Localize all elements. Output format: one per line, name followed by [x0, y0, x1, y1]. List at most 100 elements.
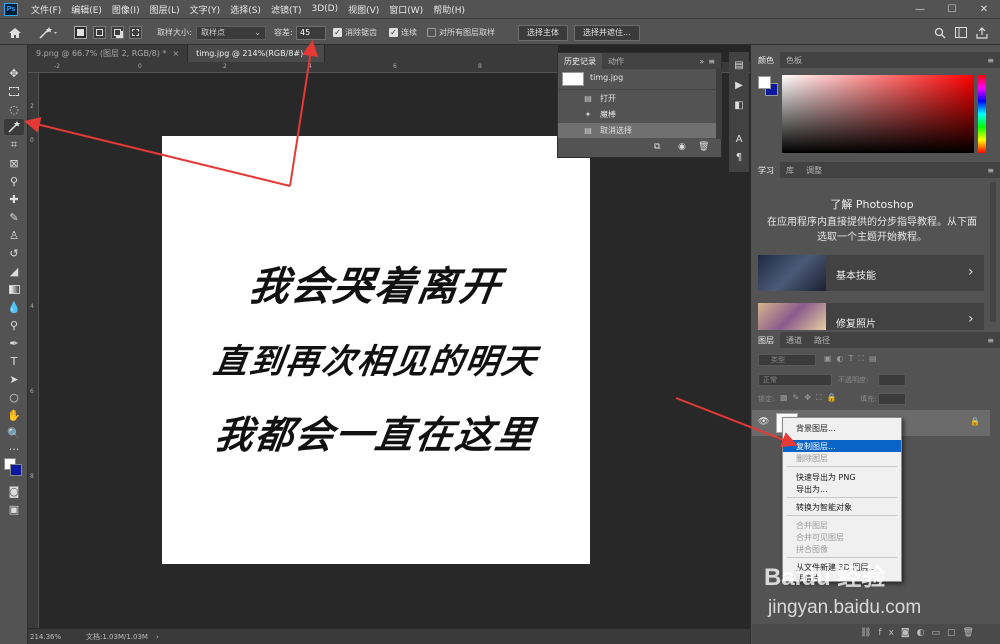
doc-tab-9png[interactable]: 9.png @ 66.7% (图层 2, RGB/8) * ×	[28, 45, 189, 62]
magic-wand-tool-icon[interactable]	[4, 119, 24, 135]
learn-card-repair-photos[interactable]: 修复照片 ›	[758, 303, 984, 330]
pen-tool-icon[interactable]: ✒	[4, 335, 24, 351]
panel-menu-icon[interactable]: ≡	[987, 336, 994, 345]
character-panel-icon[interactable]: A	[732, 132, 746, 146]
new-document-from-state-icon[interactable]: ⧉	[654, 142, 660, 152]
history-scrollbar[interactable]	[716, 69, 722, 139]
menu-item-convert-smart-object[interactable]: 转换为智能对象	[783, 501, 901, 513]
layer-filter-icons[interactable]: ▣◐T⛶▤	[824, 354, 882, 364]
type-tool-icon[interactable]: T	[4, 353, 24, 369]
subtract-selection-icon[interactable]	[111, 25, 124, 40]
color-field[interactable]	[782, 75, 974, 153]
add-selection-icon[interactable]	[93, 25, 106, 40]
zoom-tool-icon[interactable]: 🔍	[4, 425, 24, 441]
history-brush-tool-icon[interactable]: ↺	[4, 245, 24, 261]
properties-icon[interactable]: ◧	[732, 98, 746, 112]
menu-help[interactable]: 帮助(H)	[428, 3, 470, 16]
tab-channels[interactable]: 通道	[780, 332, 808, 348]
panel-menu-icon[interactable]: ≡	[987, 166, 994, 175]
path-selection-tool-icon[interactable]: ➤	[4, 371, 24, 387]
close-icon[interactable]: ×	[309, 49, 316, 58]
tab-libraries[interactable]: 库	[780, 162, 800, 178]
more-tools-icon[interactable]: ···	[4, 441, 24, 457]
menu-3d[interactable]: 3D(D)	[306, 4, 343, 14]
menu-item-background-layer[interactable]: 背景图层...	[783, 422, 901, 434]
menu-select[interactable]: 选择(S)	[225, 3, 266, 16]
quick-mask-icon[interactable]: ◙	[4, 483, 24, 499]
doc-tab-timg[interactable]: timg.jpg @ 214%(RGB/8#) ×	[188, 45, 325, 62]
maximize-button[interactable]: ☐	[936, 0, 968, 18]
snapshot-label[interactable]: timg.jpg	[590, 73, 623, 82]
minimize-button[interactable]: —	[904, 0, 936, 18]
panel-menu-icon[interactable]: ≡	[708, 57, 715, 66]
tolerance-input[interactable]: 45	[296, 25, 326, 40]
menu-filter[interactable]: 滤镜(T)	[266, 3, 307, 16]
learn-scrollbar[interactable]	[990, 182, 996, 322]
history-step-magic-wand[interactable]: ✦ 魔棒	[558, 107, 716, 122]
hue-slider[interactable]	[978, 75, 986, 153]
tab-swatches[interactable]: 色板	[780, 52, 808, 68]
menu-layer[interactable]: 图层(L)	[145, 3, 185, 16]
lasso-tool-icon[interactable]: ◌	[4, 101, 24, 117]
dodge-tool-icon[interactable]: ⚲	[4, 317, 24, 333]
shape-tool-icon[interactable]: ○	[4, 389, 24, 405]
close-button[interactable]: ✕	[968, 0, 1000, 18]
clone-stamp-tool-icon[interactable]: ♙	[4, 227, 24, 243]
blur-tool-icon[interactable]: 💧	[4, 299, 24, 315]
layer-filter-dropdown[interactable]: 类型	[758, 354, 816, 366]
crop-tool-icon[interactable]: ⌗	[4, 137, 24, 153]
menu-view[interactable]: 视图(V)	[343, 3, 384, 16]
home-icon[interactable]	[8, 25, 22, 40]
menu-edit[interactable]: 编辑(E)	[66, 3, 107, 16]
brush-tool-icon[interactable]: ✎	[4, 209, 24, 225]
tab-layers[interactable]: 图层	[752, 332, 780, 348]
foreground-color-swatch[interactable]	[758, 76, 771, 89]
history-panel-icon[interactable]: ▤	[732, 58, 746, 72]
tab-paths[interactable]: 路径	[808, 332, 836, 348]
menu-file[interactable]: 文件(F)	[26, 3, 66, 16]
lock-icons[interactable]: ▩✎✥⛶🔒	[780, 393, 842, 403]
all-layers-checkbox[interactable]: 对所有图层取样	[427, 25, 495, 40]
workspace-icon[interactable]	[955, 25, 967, 40]
antialias-checkbox[interactable]: ✓ 消除锯齿	[333, 25, 377, 40]
intersect-selection-icon[interactable]	[129, 25, 142, 40]
tab-color[interactable]: 颜色	[752, 52, 780, 68]
contiguous-checkbox[interactable]: ✓ 连续	[389, 25, 417, 40]
learn-card-basic-skills[interactable]: 基本技能 ›	[758, 255, 984, 291]
camera-icon[interactable]: ◉	[678, 142, 686, 152]
close-icon[interactable]: ×	[172, 49, 179, 58]
chevron-right-icon[interactable]: ›	[156, 633, 159, 641]
trash-icon[interactable]: 🗑	[698, 142, 709, 152]
select-subject-button[interactable]: 选择主体	[518, 24, 568, 41]
document-canvas[interactable]: 我会哭着离开 直到再次相见的明天 我都会一直在这里	[162, 136, 590, 564]
marquee-tool-icon[interactable]	[4, 83, 24, 99]
select-and-mask-button[interactable]: 选择并遮住...	[574, 24, 640, 41]
move-tool-icon[interactable]: ✥	[4, 65, 24, 81]
zoom-level[interactable]: 214.36%	[30, 633, 80, 641]
paragraph-panel-icon[interactable]: ¶	[732, 150, 746, 164]
hand-tool-icon[interactable]: ✋	[4, 407, 24, 423]
menu-type[interactable]: 文字(Y)	[185, 3, 226, 16]
play-actions-icon[interactable]: ▶	[732, 78, 746, 92]
blend-mode-dropdown[interactable]: 正常	[758, 374, 832, 386]
panel-collapse-icon[interactable]: »	[699, 57, 704, 66]
tab-actions[interactable]: 动作	[602, 53, 630, 69]
fill-input[interactable]	[878, 393, 906, 405]
eyedropper-tool-icon[interactable]: ⚲	[4, 173, 24, 189]
screen-mode-icon[interactable]: ▣	[4, 501, 24, 517]
opacity-input[interactable]	[878, 374, 906, 386]
new-selection-icon[interactable]	[74, 25, 87, 40]
gradient-tool-icon[interactable]	[4, 281, 24, 297]
background-color-swatch[interactable]	[10, 464, 22, 476]
history-step-deselect[interactable]: ▤ 取消选择	[558, 123, 716, 138]
menu-window[interactable]: 窗口(W)	[384, 3, 428, 16]
menu-image[interactable]: 图像(I)	[107, 3, 145, 16]
menu-item-quick-export-png[interactable]: 快速导出为 PNG	[783, 471, 901, 483]
menu-item-export-as[interactable]: 导出为...	[783, 483, 901, 495]
search-icon[interactable]	[934, 25, 946, 40]
history-step-open[interactable]: ▤ 打开	[558, 91, 716, 106]
frame-tool-icon[interactable]: ⊠	[4, 155, 24, 171]
healing-brush-tool-icon[interactable]: ✚	[4, 191, 24, 207]
menu-item-duplicate-layer[interactable]: 复制图层...	[783, 440, 901, 452]
tab-history[interactable]: 历史记录	[558, 53, 602, 69]
